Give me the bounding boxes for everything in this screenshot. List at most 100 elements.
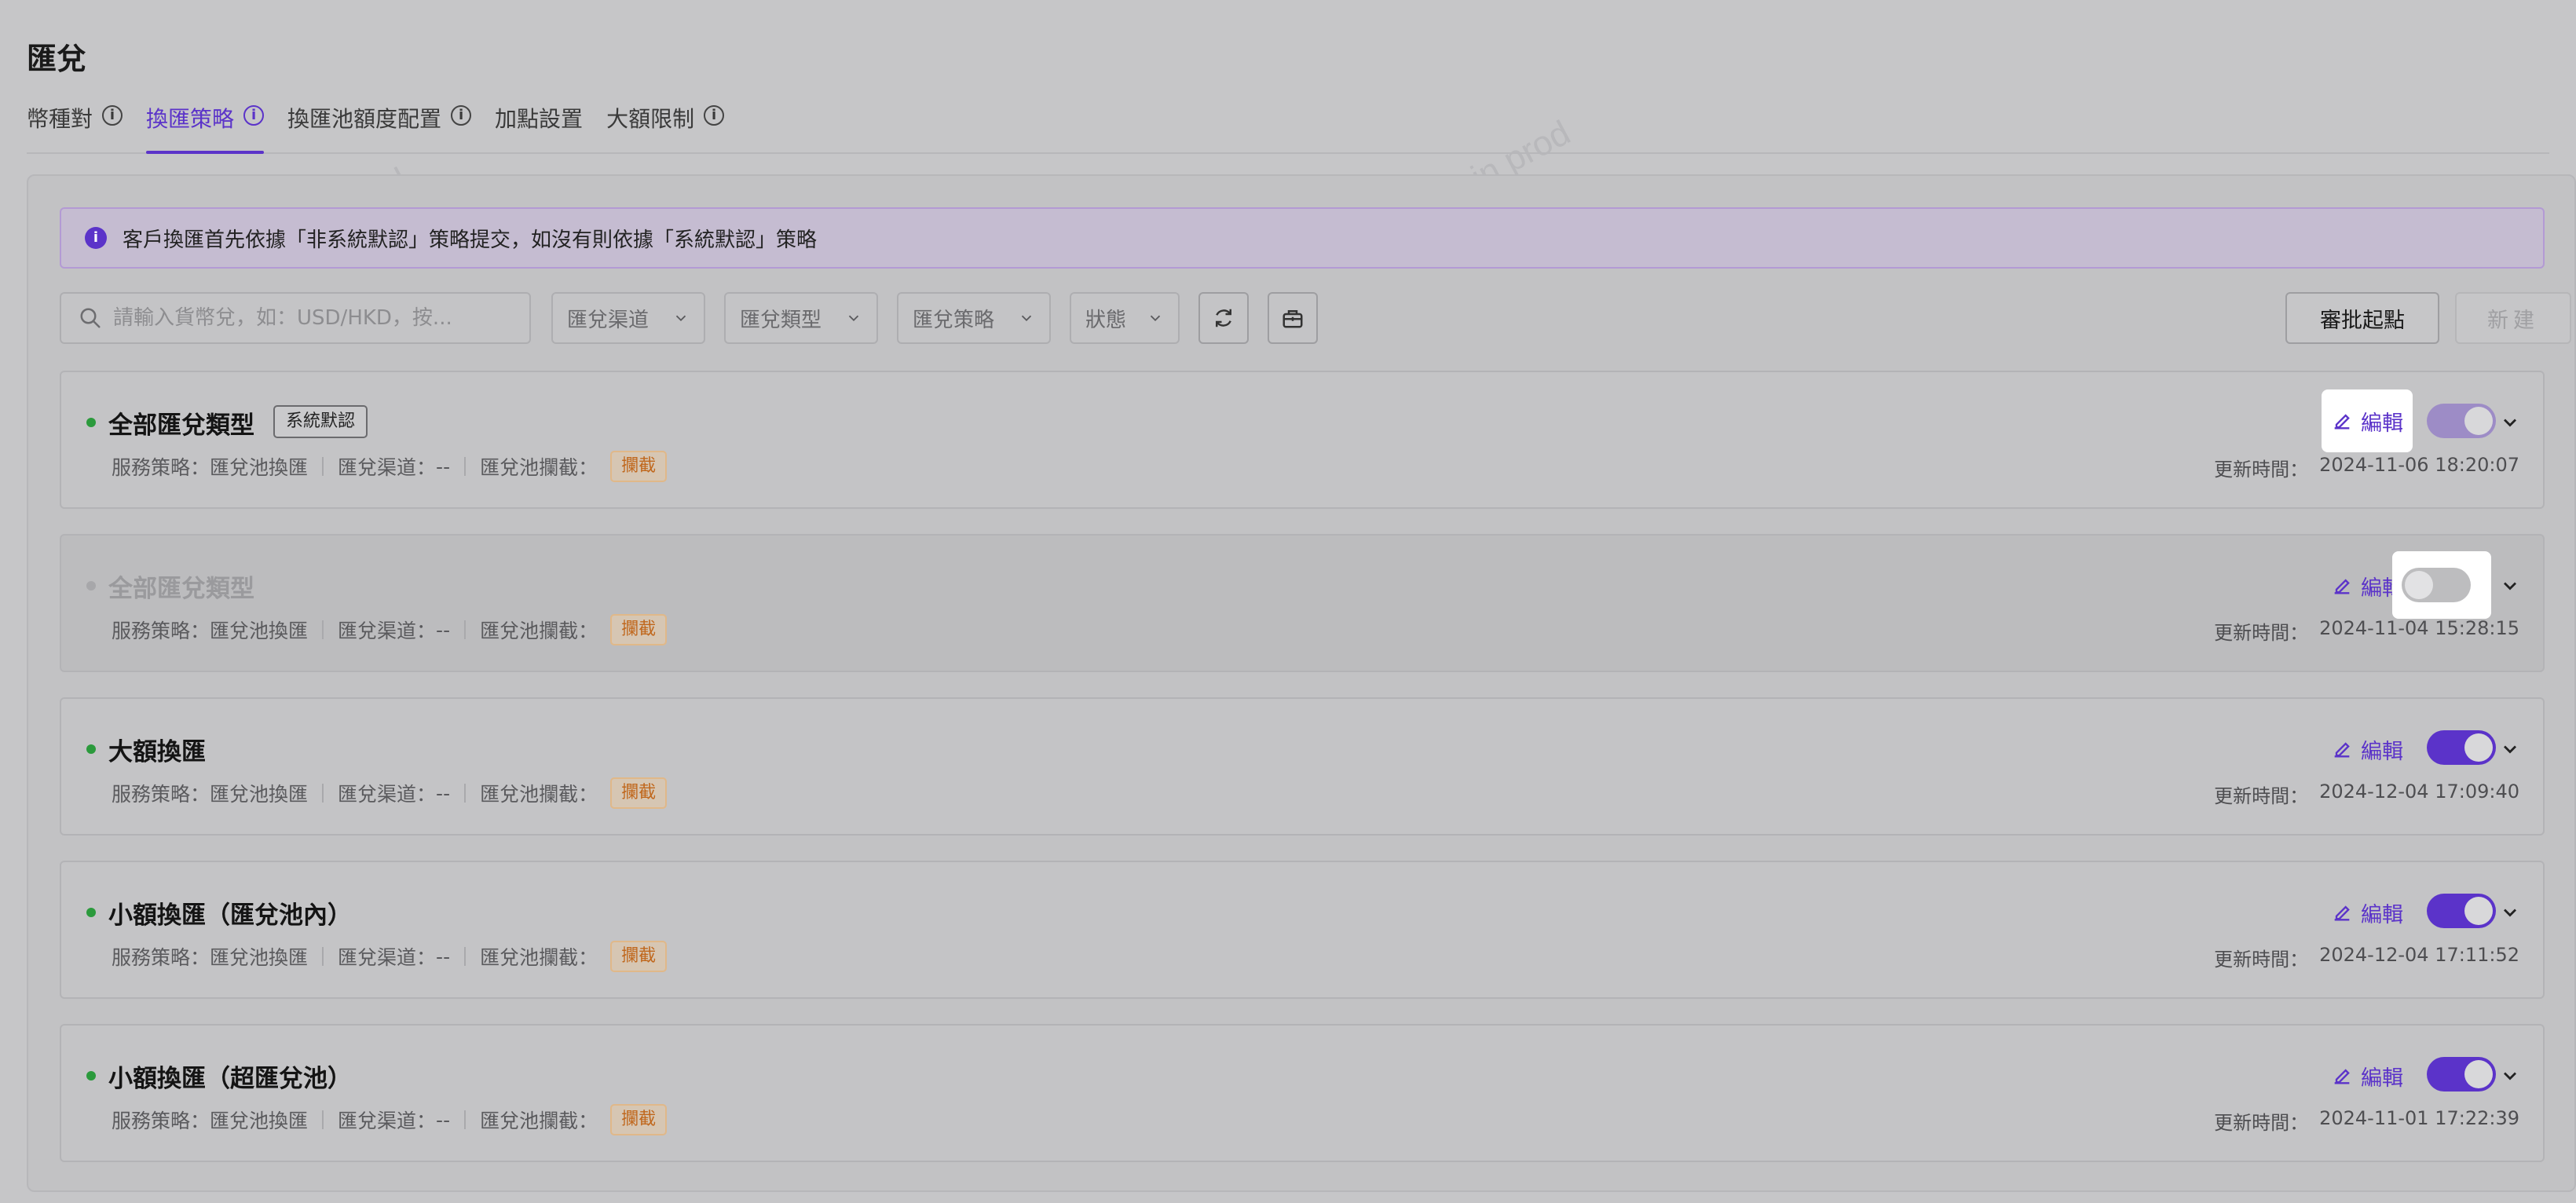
intercept-label: 匯兌池攔截： — [480, 620, 598, 642]
toggle-knob — [2464, 733, 2493, 762]
divider — [464, 457, 467, 476]
chevron-down-icon[interactable] — [2499, 901, 2521, 923]
system-default-badge: 系統默認 — [273, 405, 368, 438]
updated-time: 更新時間： 2024-12-04 17:09:40 — [2214, 781, 2519, 808]
channel-label: 匯兌渠道： — [338, 783, 437, 806]
chevron-down-icon[interactable] — [2499, 411, 2521, 433]
status-dot — [86, 744, 96, 754]
updated-value: 2024-11-06 18:20:07 — [2319, 454, 2519, 476]
info-icon[interactable]: i — [704, 105, 725, 126]
edit-button[interactable]: 編輯 — [2331, 1060, 2403, 1091]
tab-label: 幣種對 — [27, 106, 93, 132]
tab-currency-pairs[interactable]: 幣種對 i — [27, 96, 123, 152]
enable-toggle[interactable] — [2427, 1057, 2496, 1091]
search-icon — [80, 308, 101, 328]
type-filter-label: 匯兌類型 — [740, 308, 822, 332]
card-title: 大額換匯 — [108, 738, 206, 766]
enable-toggle[interactable] — [2427, 404, 2496, 438]
divider — [322, 1110, 324, 1129]
updated-time: 更新時間： 2024-12-04 17:11:52 — [2214, 944, 2519, 971]
card-title: 全部匯兌類型 — [108, 411, 254, 440]
approval-start-button[interactable]: 審批起點 — [2285, 292, 2439, 344]
tab-pool-quota-config[interactable]: 換匯池額度配置 i — [287, 96, 472, 152]
strategy-label: 服務策略： — [112, 1110, 210, 1132]
channel-filter-label: 匯兌渠道 — [567, 308, 649, 332]
edit-button[interactable]: 編輯 — [2322, 389, 2413, 452]
enable-toggle-wrap — [2427, 1057, 2496, 1091]
card-meta: 服務策略： 匯兌池換匯 匯兌渠道： -- 匯兌池攔截： 攔截 — [112, 1104, 668, 1135]
intercept-tag: 攔截 — [610, 941, 668, 972]
card-meta: 服務策略： 匯兌池換匯 匯兌渠道： -- 匯兌池攔截： 攔截 — [112, 614, 668, 645]
edit-label: 編輯 — [2361, 739, 2403, 764]
channel-filter-select[interactable]: 匯兌渠道 — [551, 292, 705, 344]
status-filter-select[interactable]: 狀態 — [1070, 292, 1180, 344]
info-icon[interactable]: i — [243, 105, 265, 126]
tab-bar: 幣種對 i 換匯策略 i 換匯池額度配置 i 加點設置 大額限制 i — [27, 96, 2549, 154]
search-input[interactable] — [113, 306, 521, 330]
strategy-card: 全部匯兌類型 服務策略： 匯兌池換匯 匯兌渠道： -- 匯兌池攔截： 攔截 編輯… — [60, 534, 2545, 672]
new-button[interactable]: 新建 — [2455, 292, 2571, 344]
strategy-value: 匯兌池換匯 — [210, 1110, 309, 1132]
channel-label: 匯兌渠道： — [338, 1110, 437, 1132]
updated-time: 更新時間： 2024-11-04 15:28:15 — [2214, 617, 2519, 645]
notice-banner: i 客戶換匯首先依據「非系統默認」策略提交，如沒有則依據「系統默認」策略 — [60, 207, 2545, 269]
enable-toggle[interactable] — [2427, 730, 2496, 765]
strategy-filter-label: 匯兌策略 — [913, 308, 995, 332]
tab-large-amount-limit[interactable]: 大額限制 i — [606, 96, 725, 152]
chevron-down-icon[interactable] — [2499, 575, 2521, 597]
divider — [464, 620, 467, 639]
tab-markup-settings[interactable]: 加點設置 — [495, 96, 583, 152]
enable-toggle-wrap — [2427, 894, 2496, 928]
search-box[interactable] — [60, 292, 531, 344]
chevron-down-icon[interactable] — [2499, 1065, 2521, 1087]
divider — [464, 947, 467, 966]
divider — [322, 784, 324, 803]
strategy-label: 服務策略： — [112, 620, 210, 642]
intercept-tag: 攔截 — [610, 1104, 668, 1135]
strategy-card: 小額換匯（匯兌池內） 服務策略： 匯兌池換匯 匯兌渠道： -- 匯兌池攔截： 攔… — [60, 861, 2545, 999]
strategy-filter-select[interactable]: 匯兌策略 — [897, 292, 1051, 344]
channel-value: -- — [436, 781, 451, 805]
updated-value: 2024-11-04 15:28:15 — [2319, 617, 2519, 639]
refresh-button[interactable] — [1198, 292, 1249, 344]
intercept-tag: 攔截 — [610, 777, 668, 809]
chevron-down-icon[interactable] — [2499, 738, 2521, 760]
intercept-tag: 攔截 — [610, 614, 668, 645]
toggle-knob — [2464, 407, 2493, 435]
info-icon[interactable]: i — [451, 105, 472, 126]
tab-exchange-strategy[interactable]: 換匯策略 i — [146, 96, 265, 154]
strategy-panel: i 客戶換匯首先依據「非系統默認」策略提交，如沒有則依據「系統默認」策略 匯兌渠… — [27, 174, 2576, 1192]
edit-button[interactable]: 編輯 — [2331, 897, 2403, 928]
divider — [464, 784, 467, 803]
status-dot — [86, 418, 96, 427]
toolbox-icon — [1283, 310, 1303, 328]
strategy-label: 服務策略： — [112, 456, 210, 479]
refresh-icon — [1216, 309, 1231, 327]
updated-time: 更新時間： 2024-11-06 18:20:07 — [2214, 454, 2519, 481]
tab-label: 加點設置 — [495, 106, 584, 132]
tab-label: 換匯策略 — [146, 106, 235, 132]
type-filter-select[interactable]: 匯兌類型 — [724, 292, 878, 344]
enable-toggle-wrap — [2392, 551, 2491, 619]
toggle-knob — [2464, 897, 2493, 925]
edit-icon — [2334, 414, 2350, 430]
chevron-down-icon — [1021, 315, 1032, 322]
updated-value: 2024-11-01 17:22:39 — [2319, 1107, 2519, 1129]
info-icon[interactable]: i — [102, 105, 123, 126]
strategy-value: 匯兌池換匯 — [210, 620, 309, 642]
divider — [464, 1110, 467, 1129]
enable-toggle[interactable] — [2402, 568, 2471, 602]
enable-toggle[interactable] — [2427, 894, 2496, 928]
strategy-value: 匯兌池換匯 — [210, 946, 309, 969]
strategy-label: 服務策略： — [112, 783, 210, 806]
strategy-value: 匯兌池換匯 — [210, 456, 309, 479]
filter-toolbar: 匯兌渠道 匯兌類型 匯兌策略 狀態 審批起點 新建 — [60, 292, 2571, 344]
updated-label: 更新時間： — [2214, 622, 2309, 644]
toggle-knob — [2464, 1060, 2493, 1088]
toolbox-button[interactable] — [1268, 292, 1318, 344]
divider — [322, 947, 324, 966]
status-dot — [86, 581, 96, 591]
strategy-card: 全部匯兌類型 系統默認 服務策略： 匯兌池換匯 匯兌渠道： -- 匯兌池攔截： … — [60, 371, 2545, 509]
edit-button[interactable]: 編輯 — [2331, 733, 2403, 765]
intercept-label: 匯兌池攔截： — [480, 456, 598, 479]
